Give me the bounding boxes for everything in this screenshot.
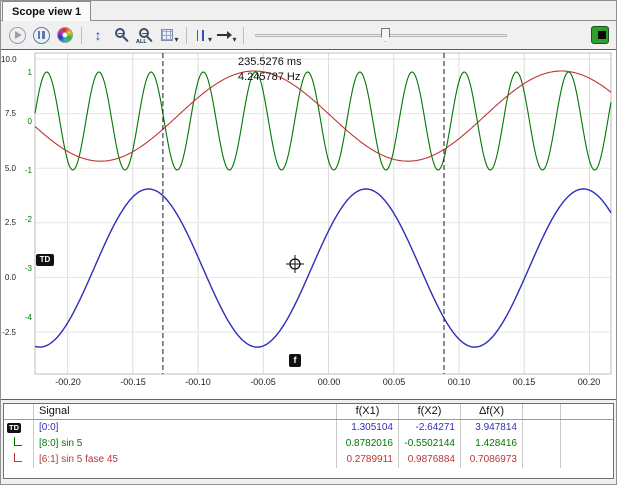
fx2-value: -2.64271 bbox=[399, 420, 461, 436]
zoom-out-icon bbox=[115, 28, 125, 38]
y-tick-label-green: -4 bbox=[17, 313, 32, 322]
dfx-value: 0.7086973 bbox=[461, 452, 523, 468]
y-tick-label-green: 0 bbox=[17, 117, 32, 126]
tab-title: Scope view 1 bbox=[12, 6, 81, 18]
slider-thumb[interactable] bbox=[381, 28, 390, 42]
tree-branch-icon bbox=[14, 437, 22, 446]
marker-arrow-icon bbox=[217, 30, 231, 40]
toolbar: ↕ ALL bbox=[1, 21, 616, 49]
toolbar-separator bbox=[81, 27, 82, 44]
signal-row[interactable]: TD [0:0] 1.305104 -2.64271 3.947814 bbox=[4, 420, 613, 436]
x-tick-label: -00.05 bbox=[242, 377, 284, 387]
fx1-value: 1.305104 bbox=[337, 420, 399, 436]
signal-row[interactable]: [8:0] sin 5 0.8782016 -0.5502144 1.42841… bbox=[4, 436, 613, 452]
grid-icon bbox=[161, 29, 173, 41]
fx2-value: -0.5502144 bbox=[399, 436, 461, 452]
fx2-value: 0.9876884 bbox=[399, 452, 461, 468]
x-tick-label: 00.05 bbox=[373, 377, 415, 387]
zoom-all-icon bbox=[139, 28, 149, 38]
channel-colors-button[interactable] bbox=[54, 24, 76, 46]
pause-icon bbox=[33, 27, 50, 44]
x-tick-label: -00.20 bbox=[47, 377, 89, 387]
zoom-out-button[interactable] bbox=[111, 24, 133, 46]
time-flag-marker[interactable]: f bbox=[289, 354, 301, 367]
fit-vertical-icon: ↕ bbox=[95, 28, 102, 42]
delta-frequency-value: 4.245787 Hz bbox=[238, 70, 302, 85]
x-tick-label: 00.00 bbox=[308, 377, 350, 387]
header-icon-cell bbox=[4, 404, 34, 419]
y-tick-label-black: 10.0 bbox=[1, 55, 16, 64]
header-extra-cell bbox=[523, 404, 561, 419]
y-tick-label-green: -3 bbox=[17, 264, 32, 273]
x-tick-label: -00.10 bbox=[177, 377, 219, 387]
signal-name: [0:0] bbox=[34, 420, 337, 436]
x-cursor-tool-button[interactable] bbox=[192, 24, 214, 46]
overview-toggle-button[interactable] bbox=[589, 24, 611, 46]
dfx-value: 3.947814 bbox=[461, 420, 523, 436]
tab-scope-view-1[interactable]: Scope view 1 bbox=[2, 1, 91, 21]
overview-toggle-icon bbox=[591, 26, 609, 44]
zoom-all-label: ALL bbox=[136, 39, 147, 45]
col-header-dfx: Δf(X) bbox=[461, 404, 523, 419]
y-tick-label-green: 1 bbox=[17, 68, 32, 77]
color-wheel-icon bbox=[57, 27, 73, 43]
y-tick-label-black: -2.5 bbox=[1, 328, 16, 337]
x-tick-label: -00.15 bbox=[112, 377, 154, 387]
plot-canvas[interactable] bbox=[1, 50, 616, 399]
toolbar-separator bbox=[186, 27, 187, 44]
gridlines bbox=[35, 53, 611, 374]
position-slider[interactable] bbox=[255, 26, 507, 44]
x-tick-label: 00.15 bbox=[503, 377, 545, 387]
zoom-all-button[interactable]: ALL bbox=[135, 24, 157, 46]
pause-button[interactable] bbox=[30, 24, 52, 46]
play-button[interactable] bbox=[6, 24, 28, 46]
y-tick-label-black: 7.5 bbox=[1, 109, 16, 118]
signal-name: [8:0] sin 5 bbox=[34, 436, 337, 452]
col-header-signal: Signal bbox=[34, 404, 337, 419]
fit-vertical-button[interactable]: ↕ bbox=[87, 24, 109, 46]
window-bottom-strip bbox=[1, 479, 616, 484]
delta-time-value: 235.5276 ms bbox=[238, 55, 302, 70]
scope-window: Scope view 1 ↕ ALL bbox=[0, 0, 617, 485]
y-tick-label-black: 0.0 bbox=[1, 273, 16, 282]
fx1-value: 0.8782016 bbox=[337, 436, 399, 452]
trigger-badge: TD bbox=[7, 423, 21, 433]
y-tick-label-black: 5.0 bbox=[1, 164, 16, 173]
x-tick-label: 00.10 bbox=[438, 377, 480, 387]
tree-branch-icon bbox=[14, 453, 22, 462]
plot-area: 10.0 7.5 5.0 2.5 0.0 -2.5 1 0 -1 -2 -3 -4 -00.20 -00… bbox=[1, 49, 616, 400]
y-tick-label-green: -2 bbox=[17, 215, 32, 224]
marker-tool-button[interactable] bbox=[216, 24, 238, 46]
signal-row[interactable]: [6:1] sin 5 fase 45 0.2789911 0.9876884 … bbox=[4, 452, 613, 468]
col-header-fx1: f(X1) bbox=[337, 404, 399, 419]
dfx-value: 1.428416 bbox=[461, 436, 523, 452]
play-icon bbox=[9, 27, 26, 44]
signal-name: [6:1] sin 5 fase 45 bbox=[34, 452, 337, 468]
fx1-value: 0.2789911 bbox=[337, 452, 399, 468]
trigger-marker-badge[interactable]: TD bbox=[36, 254, 54, 266]
cursor-measurement: 235.5276 ms 4.245787 Hz bbox=[238, 55, 302, 85]
table-empty-area bbox=[4, 468, 613, 478]
x-cursor-icon bbox=[194, 29, 207, 42]
cursor-table: Signal f(X1) f(X2) Δf(X) TD [0:0] 1.3051… bbox=[3, 403, 614, 479]
y-tick-label-black: 2.5 bbox=[1, 218, 16, 227]
grid-settings-button[interactable] bbox=[159, 24, 181, 46]
tab-strip: Scope view 1 bbox=[1, 1, 616, 21]
cursor-table-header: Signal f(X1) f(X2) Δf(X) bbox=[4, 404, 613, 420]
y-tick-label-green: -1 bbox=[17, 166, 32, 175]
center-crosshair-icon[interactable] bbox=[286, 255, 304, 273]
col-header-fx2: f(X2) bbox=[399, 404, 461, 419]
toolbar-separator bbox=[243, 27, 244, 44]
x-tick-label: 00.20 bbox=[568, 377, 610, 387]
header-filler-cell bbox=[561, 404, 613, 419]
